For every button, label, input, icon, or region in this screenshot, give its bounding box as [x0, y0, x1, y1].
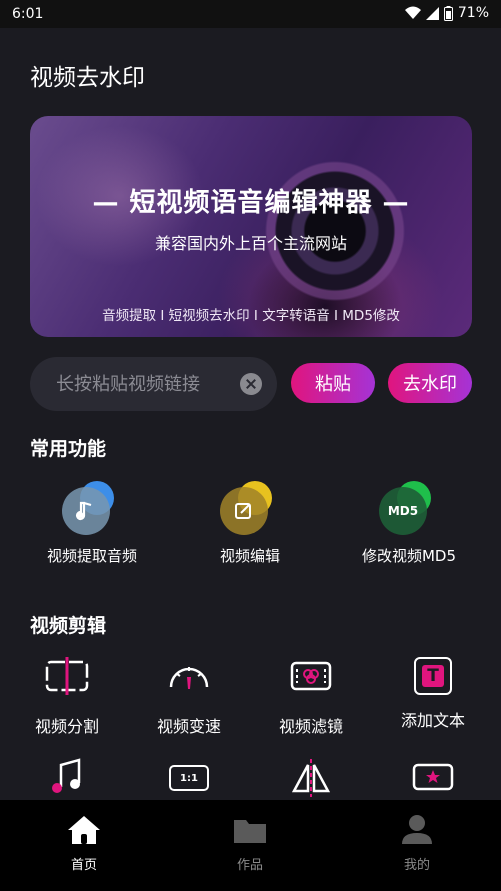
func-modify-md5[interactable]: MD5 修改视频MD5 [329, 481, 489, 566]
func-label: 视频提取音频 [46, 547, 137, 565]
video-link-input[interactable] [56, 371, 236, 397]
ratio-icon: 1:1 [169, 765, 209, 791]
filter-icon [290, 661, 332, 691]
tool-aspect-ratio[interactable]: 1:1 [128, 757, 250, 791]
banner-features: 音频提取 I 短视频去水印 I 文字转语音 I MD5修改 [102, 308, 400, 324]
tool-music[interactable] [6, 757, 128, 803]
tab-label: 作品 [236, 858, 263, 873]
edit-icon [220, 487, 268, 535]
tab-label: 我的 [403, 858, 430, 873]
tool-label: 视频滤镜 [278, 717, 343, 736]
home-icon [68, 816, 100, 844]
section-title-editing: 视频剪辑 [30, 615, 107, 637]
music-icon [52, 758, 81, 793]
link-input-box [30, 357, 277, 411]
signal-icon [425, 6, 439, 20]
func-label: 视频编辑 [219, 547, 280, 565]
tool-add-text[interactable]: T 添加文本 [372, 655, 494, 731]
star-frame-icon [412, 763, 454, 791]
remove-watermark-button[interactable]: 去水印 [388, 363, 472, 403]
tool-star-frame[interactable] [372, 757, 494, 803]
mirror-icon [291, 759, 331, 797]
bottom-tab-bar: 首页 作品 我的 [0, 800, 501, 891]
tool-video-filter[interactable]: 视频滤镜 [250, 655, 372, 737]
tool-label: 视频变速 [156, 717, 221, 736]
wifi-icon [404, 6, 421, 19]
status-icons: 71% [404, 5, 489, 21]
tab-mine[interactable]: 我的 [367, 814, 467, 873]
speedometer-icon [169, 667, 209, 689]
status-time: 6:01 [12, 6, 44, 22]
tool-label: 添加文本 [400, 711, 465, 730]
section-title-common: 常用功能 [30, 438, 107, 460]
split-icon [45, 657, 89, 695]
func-video-edit[interactable]: 视频编辑 [170, 481, 330, 566]
paste-button[interactable]: 粘贴 [291, 363, 375, 403]
music-note-icon [62, 487, 110, 535]
tool-video-speed[interactable]: 视频变速 [128, 655, 250, 737]
page-title: 视频去水印 [30, 65, 145, 91]
user-icon [402, 815, 432, 844]
func-label: 修改视频MD5 [361, 547, 457, 565]
status-bar: 6:01 71% [0, 0, 501, 28]
tab-works[interactable]: 作品 [200, 814, 300, 873]
tool-video-split[interactable]: 视频分割 [6, 655, 128, 737]
battery-icon [443, 5, 453, 21]
text-icon: T [414, 657, 452, 695]
banner-title: — 短视频语音编辑神器 — [92, 188, 410, 218]
clear-icon[interactable] [240, 373, 262, 395]
banner-subtitle: 兼容国内外上百个主流网站 [154, 234, 347, 253]
md5-icon: MD5 [379, 487, 427, 535]
tab-label: 首页 [70, 858, 97, 873]
tool-label: 视频分割 [34, 717, 99, 736]
tool-mirror[interactable] [250, 757, 372, 803]
func-extract-audio[interactable]: 视频提取音频 [12, 481, 172, 566]
folder-icon [234, 820, 266, 843]
battery-percent: 71% [457, 5, 489, 21]
tab-home[interactable]: 首页 [34, 814, 134, 873]
promo-banner[interactable]: — 短视频语音编辑神器 — 兼容国内外上百个主流网站 音频提取 I 短视频去水印… [30, 116, 472, 337]
